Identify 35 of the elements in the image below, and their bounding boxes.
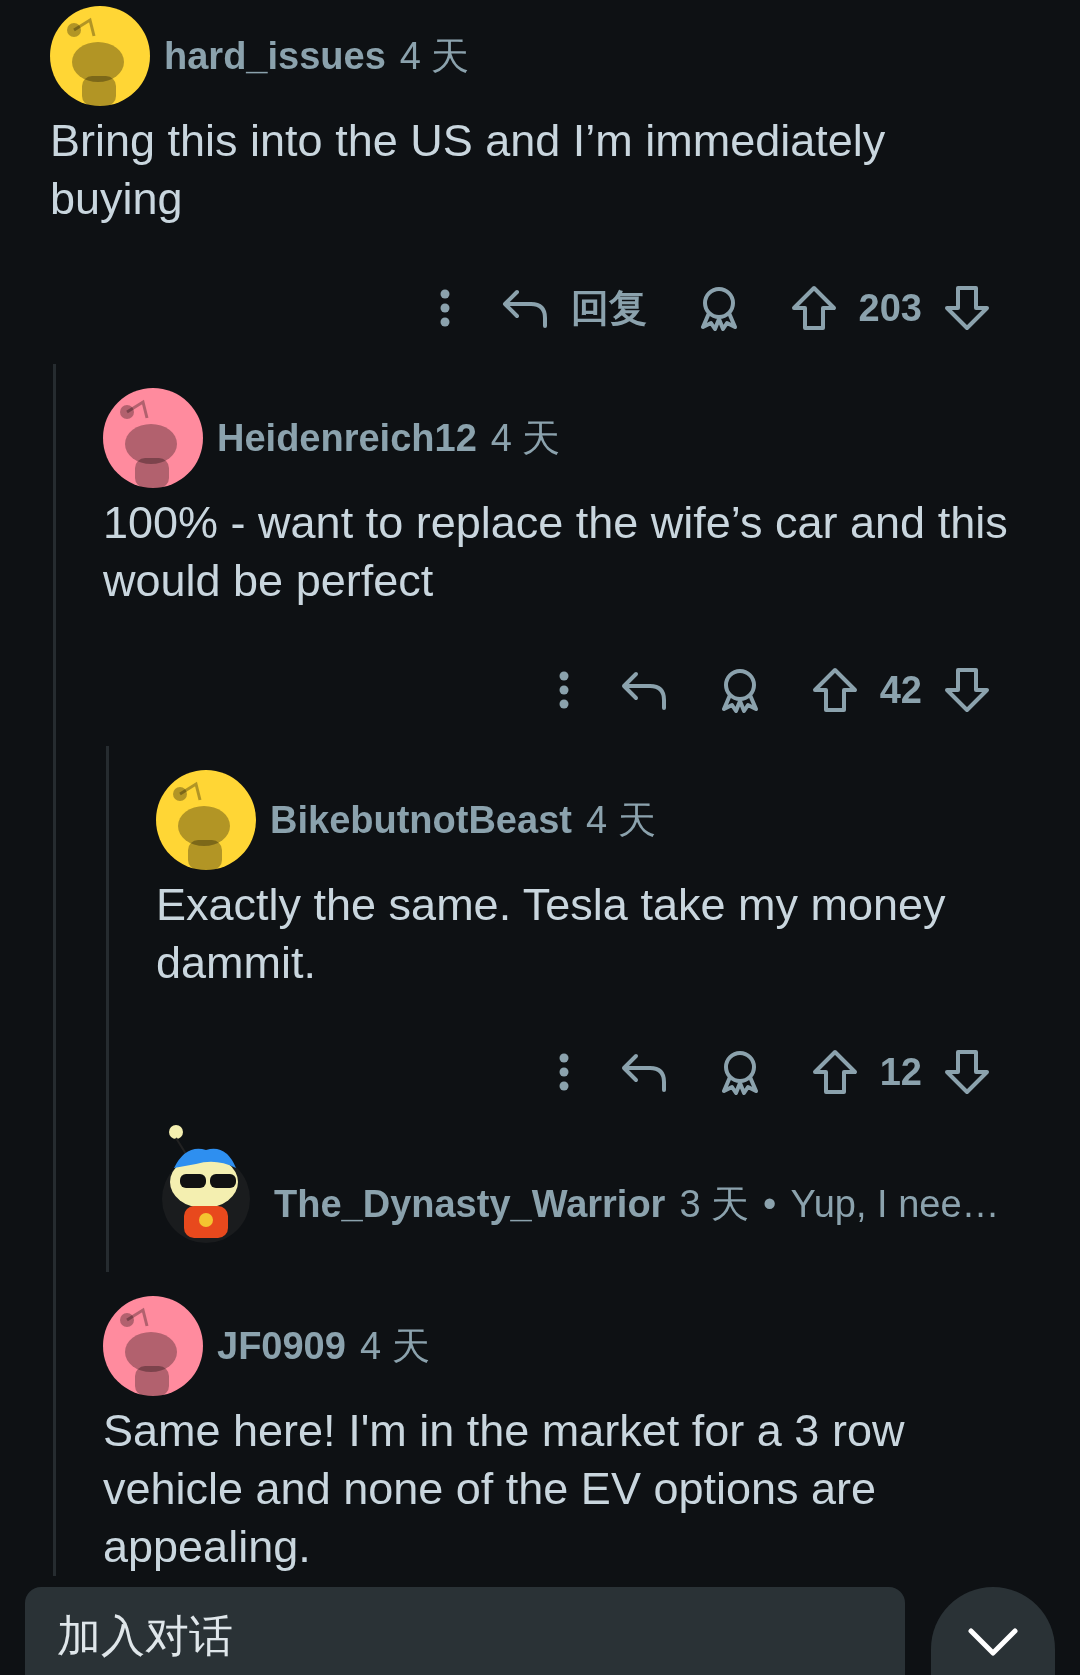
- comment-age: 3 天: [679, 1181, 750, 1227]
- reply-button[interactable]: 回复: [570, 279, 647, 337]
- username[interactable]: BikebutnotBeast: [270, 791, 572, 849]
- comment-age: 4 天: [490, 415, 561, 461]
- username[interactable]: hard_issues: [164, 27, 386, 85]
- comment-text: Bring this into the US and I’m immediately buying: [50, 114, 887, 226]
- chevron-down-icon: [968, 1628, 1018, 1656]
- comment-preview[interactable]: Yup, I nee…: [790, 1175, 1000, 1233]
- comment-text: Exactly the same. Tesla take my money dammit.: [156, 878, 947, 990]
- separator-dot: •: [763, 1181, 777, 1227]
- vote-score: 42: [879, 667, 922, 713]
- comment-age: 4 天: [399, 33, 470, 79]
- comment-input-field[interactable]: 加入对话: [25, 1587, 905, 1675]
- vote-score: 203: [858, 285, 922, 331]
- upvote-icon[interactable]: [811, 1049, 858, 1095]
- comment-age: 4 天: [585, 797, 656, 843]
- downvote-icon[interactable]: [944, 285, 990, 331]
- comment-age: 4 天: [359, 1323, 430, 1369]
- username[interactable]: Heidenreich12: [217, 409, 477, 467]
- more-options-icon[interactable]: [438, 288, 451, 328]
- vote-score: 12: [879, 1049, 922, 1095]
- scroll-down-button[interactable]: [931, 1587, 1055, 1675]
- downvote-icon[interactable]: [944, 667, 990, 713]
- more-options-icon[interactable]: [557, 1052, 570, 1092]
- downvote-icon[interactable]: [944, 1049, 990, 1095]
- comment-text: 100% - want to replace the wife’s car and this would be perfect: [103, 496, 1009, 608]
- reply-icon[interactable]: [619, 670, 668, 710]
- more-options-icon[interactable]: [557, 670, 570, 710]
- upvote-icon[interactable]: [790, 285, 837, 331]
- upvote-icon[interactable]: [811, 667, 858, 713]
- username[interactable]: The_Dynasty_Warrior: [274, 1175, 666, 1233]
- comment-text: Same here! I'm in the market for a 3 row vehicle and none of the EV options are appealing.: [103, 1404, 906, 1574]
- username[interactable]: JF0909: [217, 1317, 346, 1375]
- reply-icon[interactable]: [500, 288, 549, 328]
- reply-icon[interactable]: [619, 1052, 668, 1092]
